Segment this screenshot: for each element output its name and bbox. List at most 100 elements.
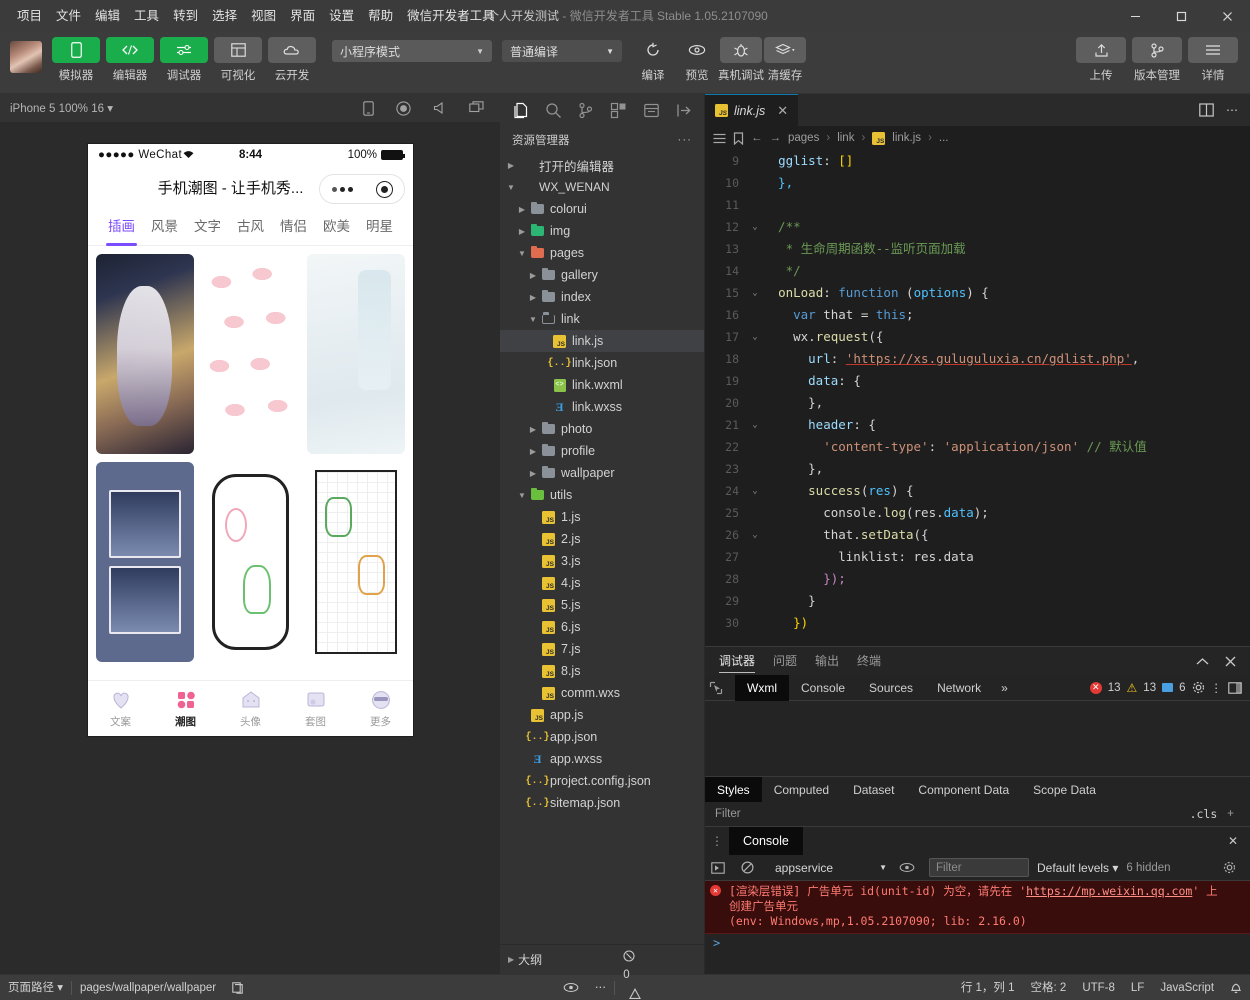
disclosure-arrow-icon[interactable]: ▼ [515,249,529,258]
compile-select[interactable]: 普通编译 ▼ [502,40,622,62]
breadcrumb-symbol[interactable]: ... [939,132,949,144]
devtools-tab-sources[interactable]: Sources [857,675,925,701]
source-control-icon[interactable] [569,94,602,126]
tab-qinglv[interactable]: 情侣 [272,208,315,246]
close-button[interactable] [1204,0,1250,32]
menu-item-tools[interactable]: 工具 [127,0,166,32]
eol-setting[interactable]: LF [1123,975,1152,1000]
disclosure-arrow-icon[interactable]: ▶ [526,271,540,280]
menu-item-interface[interactable]: 界面 [283,0,322,32]
tree-file[interactable]: JS 4.js [500,572,704,594]
cloud-dev-button[interactable]: 云开发 [268,37,316,83]
disclosure-arrow-icon[interactable]: ▶ [526,469,540,478]
menu-item-view[interactable]: 视图 [244,0,283,32]
bell-icon[interactable] [1222,981,1250,994]
fold-arrow-icon[interactable]: ⌄ [747,414,763,436]
breadcrumb-file[interactable]: link.js [892,132,921,144]
clear-cache-button[interactable]: 清缓存 [764,37,806,83]
encoding-setting[interactable]: UTF-8 [1074,975,1123,1000]
kebab-menu-icon[interactable]: ⋮ [1211,681,1223,695]
style-tab-component-data[interactable]: Component Data [906,777,1021,803]
breadcrumb-link[interactable]: link [837,132,854,144]
tabbar-item-touxiang[interactable]: 头像 [218,689,283,729]
tree-folder[interactable]: ▼ utils [500,484,704,506]
disclosure-arrow-icon[interactable]: ▼ [515,491,529,500]
close-icon[interactable]: ✕ [777,103,788,119]
fold-arrow-icon[interactable]: ⌄ [747,524,763,546]
tab-oumei[interactable]: 欧美 [315,208,358,246]
tree-file[interactable]: Ǝapp.wxss [500,748,704,770]
wallpaper-thumb[interactable] [307,462,405,662]
style-tab-styles[interactable]: Styles [705,776,762,803]
avatar[interactable] [10,41,42,73]
panel-tab-debugger[interactable]: 调试器 [719,647,756,675]
breadcrumb-pages[interactable]: pages [788,132,819,144]
remote-debug-button[interactable]: 真机调试 [718,37,764,83]
tree-folder[interactable]: ▼ link [500,308,704,330]
disclosure-arrow-icon[interactable]: ▶ [515,205,529,214]
gear-icon[interactable] [1192,681,1205,694]
tree-file[interactable]: {..} app.json [500,726,704,748]
disclosure-arrow-icon[interactable]: ▶ [504,161,518,170]
console-levels-select[interactable]: Default levels ▾ [1037,861,1118,875]
tree-file[interactable]: {..} project.config.json [500,770,704,792]
tabbar-item-wenan[interactable]: 文案 [88,689,153,729]
code-line[interactable]: 16 var that = this; [705,304,1250,326]
back-icon[interactable]: ← [751,132,763,144]
visualization-button[interactable]: 可视化 [214,37,262,83]
tree-file[interactable]: JS 6.js [500,616,704,638]
volume-icon[interactable] [433,101,447,115]
code-line[interactable]: 22 'content-type': 'application/json' //… [705,436,1250,458]
panel-tab-problems[interactable]: 问题 [773,647,797,675]
forward-icon[interactable]: → [770,132,782,144]
tree-folder[interactable]: ▶ photo [500,418,704,440]
bookmark-icon[interactable] [733,131,744,145]
code-line[interactable]: 11 [705,194,1250,216]
fold-arrow-icon[interactable]: ⌄ [747,216,763,238]
tree-file[interactable]: Ǝlink.wxss [500,396,704,418]
code-line[interactable]: 18 url: 'https://xs.guluguluxia.cn/gdlis… [705,348,1250,370]
upload-button[interactable]: 上传 [1076,37,1126,83]
gear-icon[interactable] [1223,861,1244,874]
clear-console-icon[interactable] [741,861,763,874]
code-line[interactable]: 10 }, [705,172,1250,194]
more-icon[interactable]: ··· [678,134,693,146]
panel-tab-terminal[interactable]: 终端 [857,647,881,675]
fold-arrow-icon[interactable]: ⌄ [747,480,763,502]
code-line[interactable]: 20 }, [705,392,1250,414]
code-line[interactable]: 27 linklist: res.data [705,546,1250,568]
tab-wenzi[interactable]: 文字 [186,208,229,246]
record-icon[interactable] [396,100,411,116]
tree-file[interactable]: {..} sitemap.json [500,792,704,814]
tree-file[interactable]: JS 2.js [500,528,704,550]
snippet-icon[interactable] [635,94,668,126]
page-path-value[interactable]: pages/wallpaper/wallpaper [72,975,224,1000]
error-status[interactable]: 0 0 [615,949,649,1000]
tree-folder[interactable]: ▶ colorui [500,198,704,220]
code-line[interactable]: 25 console.log(res.data); [705,502,1250,524]
simulator-toggle-button[interactable]: 模拟器 [52,37,100,83]
minimize-button[interactable] [1112,0,1158,32]
wallpaper-thumb[interactable] [96,462,194,662]
console-tab[interactable]: Console [729,827,803,855]
dock-icon[interactable] [1228,681,1242,694]
cls-button[interactable]: .cls [1190,807,1228,821]
sidebar-toggle-icon[interactable] [711,861,733,874]
details-button[interactable]: 详情 [1188,37,1238,83]
toc-icon[interactable] [713,133,726,144]
phone-rotate-icon[interactable] [363,100,374,116]
cursor-position[interactable]: 行 1，列 1 [953,975,1023,1000]
style-tab-dataset[interactable]: Dataset [841,777,906,803]
tree-folder[interactable]: ▶ profile [500,440,704,462]
tree-file[interactable]: JS link.js [500,330,704,352]
code-line[interactable]: 19 data: { [705,370,1250,392]
console-context-select[interactable]: appservice ▼ [771,859,891,877]
mode-select[interactable]: 小程序模式 ▼ [332,40,492,62]
wxml-tree-body[interactable] [705,701,1250,776]
disclosure-arrow-icon[interactable]: ▼ [526,315,540,324]
style-tab-scope-data[interactable]: Scope Data [1021,777,1108,803]
code-line[interactable]: 24 ⌄ success(res) { [705,480,1250,502]
tree-file[interactable]: JS app.js [500,704,704,726]
code-line[interactable]: 30 }) [705,612,1250,634]
tree-folder[interactable]: ▶ gallery [500,264,704,286]
